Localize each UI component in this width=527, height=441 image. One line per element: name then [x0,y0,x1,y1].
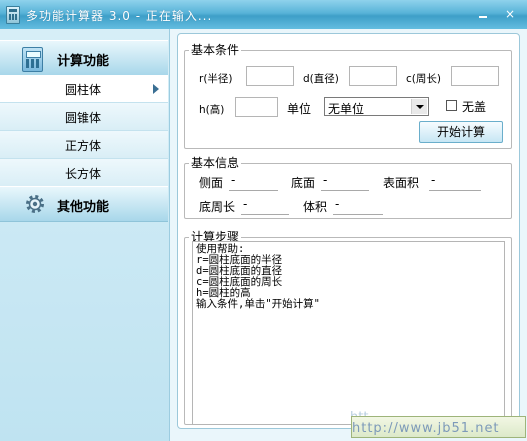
side-area-label: 侧面 [199,176,224,190]
unit-label: 单位 [287,102,312,116]
diameter-input[interactable] [349,66,397,86]
radius-label: r(半径) [199,73,233,85]
minimize-button[interactable] [476,8,490,20]
start-calculate-button[interactable]: 开始计算 [419,121,503,143]
value-text: - [431,173,436,187]
sidebar-item-cone[interactable]: 圆锥体 [0,103,168,131]
no-lid-checkbox[interactable] [446,100,457,111]
base-area-value: - [321,172,369,191]
sidebar-item-cube[interactable]: 正方体 [0,131,168,159]
height-input[interactable] [235,97,278,117]
value-text: - [231,173,236,187]
app-icon [6,6,20,24]
sidebar-item-label: 正方体 [65,139,102,153]
close-button[interactable]: × [503,8,517,20]
sidebar-item-cylinder[interactable]: 圆柱体 [0,75,168,103]
section-label: 其他功能 [57,200,110,215]
calculator-icon [22,47,43,72]
circumference-input[interactable] [451,66,499,86]
surface-area-value: - [429,172,481,191]
base-area-label: 底面 [291,176,316,190]
value-text: - [335,197,340,211]
calc-steps-textarea[interactable]: 使用帮助: r=圆柱底面的半径 d=圆柱底面的直径 c=圆柱底面的周长 h=圆柱… [192,241,505,425]
unit-select[interactable]: 无单位 [324,97,429,116]
diameter-label: d(直径) [303,73,339,85]
volume-value: - [333,196,383,215]
no-lid-label: 无盖 [462,100,487,114]
sidebar-item-label: 圆锥体 [65,111,102,125]
section-calc-functions[interactable]: 计算功能 [0,40,168,76]
gear-icon [26,195,44,213]
side-area-value: - [229,172,278,191]
circumference-label: c(周长) [406,73,441,85]
section-label: 计算功能 [57,54,110,69]
unit-select-value: 无单位 [328,102,365,116]
group-legend: 基本信息 [191,156,240,170]
volume-label: 体积 [303,200,328,214]
group-legend: 基本条件 [191,43,240,57]
section-other-functions[interactable]: 其他功能 [0,186,168,222]
sidebar-item-cuboid[interactable]: 长方体 [0,159,168,187]
value-text: - [323,173,328,187]
base-perimeter-label: 底周长 [199,200,236,214]
window-title: 多功能计算器 3.0 - 正在输入... [26,9,213,23]
steps-line: 输入条件,单击"开始计算" [196,298,320,310]
sidebar-item-label: 圆柱体 [65,83,102,97]
sidebar: 计算功能 圆柱体 圆锥体 正方体 长方体 其他功能 [0,29,170,441]
value-text: - [243,197,248,211]
chevron-down-icon[interactable] [411,99,427,114]
base-perimeter-value: - [241,196,289,215]
surface-area-label: 表面积 [383,176,420,190]
watermark-text: http://www.jb51.net [352,421,500,436]
chevron-right-icon [153,84,159,94]
height-label: h(高) [199,104,225,116]
title-bar[interactable]: 多功能计算器 3.0 - 正在输入... × [0,0,527,29]
main-panel: 基本条件 r(半径) d(直径) c(周长) h(高) 单位 无单位 无盖 开始… [177,33,520,429]
sidebar-item-label: 长方体 [65,167,102,181]
radius-input[interactable] [246,66,294,86]
